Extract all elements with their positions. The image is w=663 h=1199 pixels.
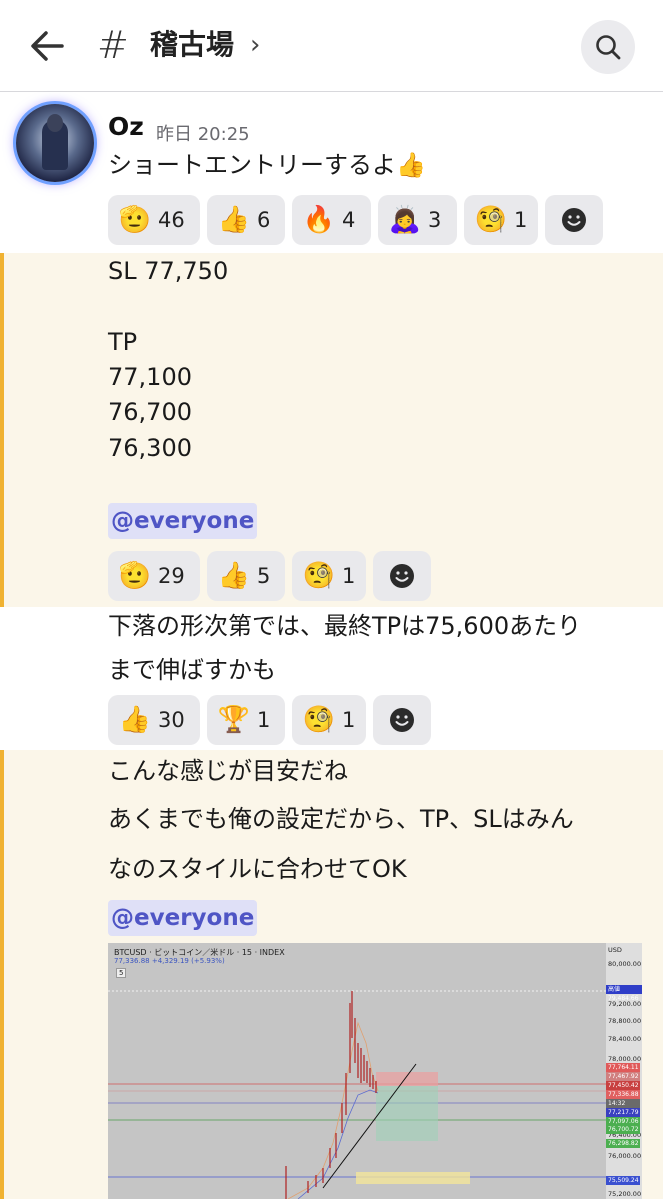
smiley-icon [562,208,586,232]
fire-emoji-icon: 🔥 [302,205,336,235]
high-label: 高値 [608,986,621,993]
avatar[interactable] [16,104,94,182]
chart-price-line: 77,336.88 +4,329.19 (+5.93%) [114,957,225,965]
reaction-monocle[interactable]: 🧐 1 [292,695,366,745]
tp-label: TP [108,328,138,356]
reaction-count: 1 [257,708,271,732]
chart-drawing [108,990,606,1199]
thumbs-up-emoji-icon: 👍 [118,705,152,735]
reaction-count: 30 [158,708,185,732]
chevron-right-icon[interactable]: › [250,27,260,63]
message-text: まで伸ばすかも [108,656,276,684]
message-text: なのスタイルに合わせてOK [108,855,407,883]
monocle-emoji-icon: 🧐 [302,561,336,591]
reaction-count: 46 [158,208,185,232]
price-tag: 77,764.11 [606,1063,640,1072]
reaction-count: 6 [257,208,271,232]
smiley-icon [390,564,414,588]
y-tick: 78,800.00 [608,1017,642,1025]
tp-value: 76,700 [108,398,192,426]
add-reaction-button[interactable] [373,551,431,601]
reaction-count: 5 [257,564,271,588]
channel-header: # 稽古場 › [0,0,663,92]
message-text: あくまでも俺の設定だから、TP、SLはみん [108,805,574,833]
high-price-tag: 高値 79,484.66 [606,985,642,1002]
everyone-mention[interactable]: @everyone [108,503,258,539]
price-tag: 14:32 [606,1099,640,1108]
username[interactable]: Oz [108,112,144,141]
price-tag: 76,700.72 [606,1125,640,1134]
reaction-bow[interactable]: 🙇‍♀️ 3 [378,195,457,245]
add-reaction-button[interactable] [373,695,431,745]
sl-text: SL 77,750 [108,257,229,285]
message-text: ショートエントリーするよ👍 [108,151,426,179]
thumbs-up-emoji-icon: 👍 [217,205,251,235]
price-tag: 77,217.79 [606,1108,640,1117]
reaction-count: 1 [514,208,528,232]
y-tick: 78,000.00 [608,1055,642,1063]
bowing-emoji-icon: 🙇‍♀️ [388,205,422,235]
reaction-count: 29 [158,564,185,588]
back-button[interactable] [24,22,72,70]
everyone-mention[interactable]: @everyone [108,900,258,936]
reaction-count: 4 [342,208,356,232]
price-tag: 77,467.92 [606,1072,640,1081]
timestamp: 昨日 20:25 [156,124,250,145]
salute-emoji-icon: 🫡 [118,205,152,235]
reaction-thumbs-up[interactable]: 👍 6 [207,195,285,245]
y-tick: 78,400.00 [608,1035,642,1043]
reaction-salute[interactable]: 🫡 46 [108,195,200,245]
trophy-emoji-icon: 🏆 [217,705,251,735]
thumbs-up-emoji-icon: 👍 [217,561,251,591]
price-tag: 77,450.42 [606,1081,640,1090]
reaction-monocle[interactable]: 🧐 1 [464,195,538,245]
reaction-thumbs-up[interactable]: 👍 30 [108,695,200,745]
reaction-fire[interactable]: 🔥 4 [292,195,371,245]
message-text: こんな感じが目安だね [108,757,348,785]
salute-emoji-icon: 🫡 [118,561,152,591]
reaction-trophy[interactable]: 🏆 1 [207,695,285,745]
high-value: 79,484.66 [608,995,639,1002]
reaction-thumbs-up[interactable]: 👍 5 [207,551,285,601]
tp-value: 77,100 [108,363,192,391]
monocle-emoji-icon: 🧐 [474,205,508,235]
reaction-salute[interactable]: 🫡 29 [108,551,200,601]
price-tag: 77,336.88 [606,1090,640,1099]
avatar-head [47,114,63,132]
y-tick: 76,000.00 [608,1152,642,1160]
channel-hash-icon: # [97,23,129,67]
message-text: 下落の形次第では、最終TPは75,600あたり [108,612,582,640]
chart-count-badge: 5 [116,968,127,978]
price-tag: 75,509.24 [606,1176,640,1185]
add-reaction-button[interactable] [545,195,603,245]
channel-title[interactable]: 稽古場 [150,25,234,65]
arrow-left-icon [31,31,64,61]
reaction-monocle[interactable]: 🧐 1 [292,551,366,601]
search-button[interactable] [581,20,635,74]
search-icon [596,35,621,60]
reaction-count: 1 [342,708,356,732]
y-tick: 75,200.00 [608,1190,642,1198]
chart-image-attachment[interactable]: BTCUSD · ビットコイン／米ドル · 15 · INDEX 77,336.… [108,943,642,1199]
price-tag: 76,298.82 [606,1139,640,1148]
reaction-count: 3 [428,208,442,232]
y-tick: 80,000.00 [608,960,642,968]
currency-label: USD [608,946,622,954]
reaction-count: 1 [342,564,356,588]
tp-value: 76,300 [108,434,192,462]
monocle-emoji-icon: 🧐 [302,705,336,735]
smiley-icon [390,708,414,732]
